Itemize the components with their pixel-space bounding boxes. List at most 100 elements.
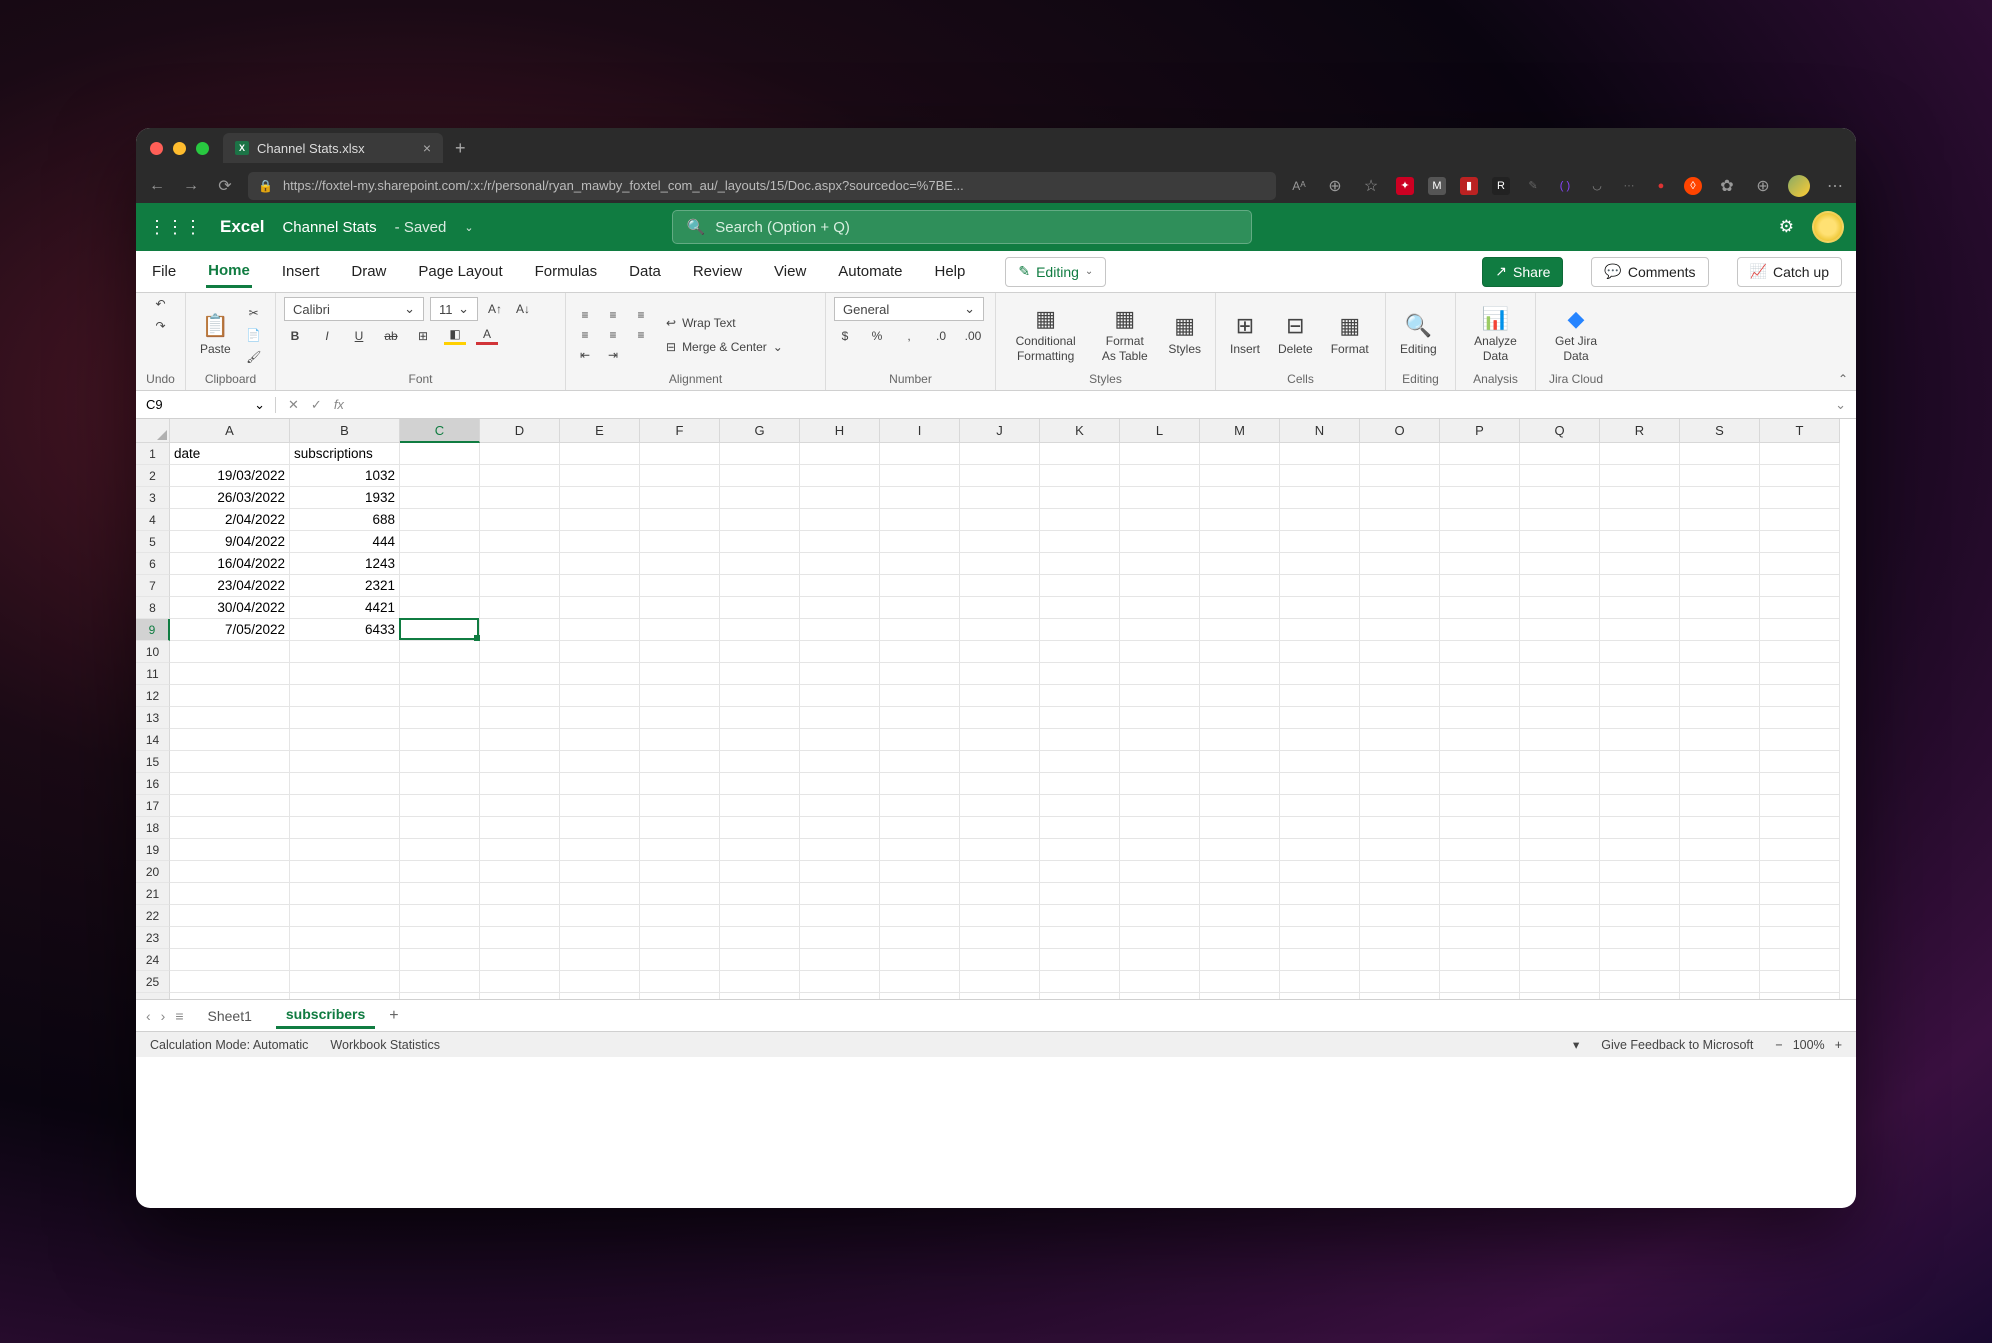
- cell-H9[interactable]: [800, 619, 880, 641]
- cell-M13[interactable]: [1200, 707, 1280, 729]
- cell-N2[interactable]: [1280, 465, 1360, 487]
- cell-K12[interactable]: [1040, 685, 1120, 707]
- cell-M9[interactable]: [1200, 619, 1280, 641]
- cell-O8[interactable]: [1360, 597, 1440, 619]
- cell-A10[interactable]: [170, 641, 290, 663]
- cell-I16[interactable]: [880, 773, 960, 795]
- cell-O2[interactable]: [1360, 465, 1440, 487]
- cell-L15[interactable]: [1120, 751, 1200, 773]
- tab-home[interactable]: Home: [206, 256, 252, 288]
- cell-C23[interactable]: [400, 927, 480, 949]
- cell-I12[interactable]: [880, 685, 960, 707]
- cell-A18[interactable]: [170, 817, 290, 839]
- cell-G22[interactable]: [720, 905, 800, 927]
- cell-T22[interactable]: [1760, 905, 1840, 927]
- cell-R6[interactable]: [1600, 553, 1680, 575]
- cell-A1[interactable]: date: [170, 443, 290, 465]
- cell-I20[interactable]: [880, 861, 960, 883]
- cell-S15[interactable]: [1680, 751, 1760, 773]
- cell-M2[interactable]: [1200, 465, 1280, 487]
- cell-A8[interactable]: 30/04/2022: [170, 597, 290, 619]
- calc-mode-label[interactable]: Calculation Mode: Automatic: [150, 1038, 308, 1052]
- cell-D8[interactable]: [480, 597, 560, 619]
- cell-S18[interactable]: [1680, 817, 1760, 839]
- text-size-icon[interactable]: Aᴬ: [1288, 179, 1310, 193]
- cell-J5[interactable]: [960, 531, 1040, 553]
- cell-F23[interactable]: [640, 927, 720, 949]
- cell-Q22[interactable]: [1520, 905, 1600, 927]
- cell-D16[interactable]: [480, 773, 560, 795]
- cell-P9[interactable]: [1440, 619, 1520, 641]
- cell-M4[interactable]: [1200, 509, 1280, 531]
- column-header-E[interactable]: E: [560, 419, 640, 443]
- cell-T16[interactable]: [1760, 773, 1840, 795]
- cell-E13[interactable]: [560, 707, 640, 729]
- cell-M15[interactable]: [1200, 751, 1280, 773]
- cell-P7[interactable]: [1440, 575, 1520, 597]
- cell-J13[interactable]: [960, 707, 1040, 729]
- cut-button[interactable]: ✂: [243, 306, 265, 320]
- cell-K5[interactable]: [1040, 531, 1120, 553]
- expand-formula-bar-button[interactable]: ⌄: [1825, 397, 1856, 413]
- cell-J14[interactable]: [960, 729, 1040, 751]
- cell-O12[interactable]: [1360, 685, 1440, 707]
- cell-D9[interactable]: [480, 619, 560, 641]
- cell-E3[interactable]: [560, 487, 640, 509]
- cell-Q2[interactable]: [1520, 465, 1600, 487]
- cell-T15[interactable]: [1760, 751, 1840, 773]
- cell-C12[interactable]: [400, 685, 480, 707]
- cell-S26[interactable]: [1680, 993, 1760, 999]
- all-sheets-button[interactable]: ≡: [175, 1008, 183, 1024]
- cell-C26[interactable]: [400, 993, 480, 999]
- add-sheet-button[interactable]: +: [389, 1007, 398, 1025]
- cell-Q7[interactable]: [1520, 575, 1600, 597]
- cell-Q21[interactable]: [1520, 883, 1600, 905]
- cell-S8[interactable]: [1680, 597, 1760, 619]
- align-left-button[interactable]: ≡: [574, 328, 596, 342]
- ext-icon-5[interactable]: ✎: [1524, 177, 1542, 195]
- cell-I26[interactable]: [880, 993, 960, 999]
- tab-review[interactable]: Review: [691, 257, 744, 286]
- cell-J6[interactable]: [960, 553, 1040, 575]
- cell-I25[interactable]: [880, 971, 960, 993]
- cell-J10[interactable]: [960, 641, 1040, 663]
- cell-Q11[interactable]: [1520, 663, 1600, 685]
- cell-J18[interactable]: [960, 817, 1040, 839]
- cell-M3[interactable]: [1200, 487, 1280, 509]
- cell-T1[interactable]: [1760, 443, 1840, 465]
- cell-P22[interactable]: [1440, 905, 1520, 927]
- cell-F4[interactable]: [640, 509, 720, 531]
- cell-P24[interactable]: [1440, 949, 1520, 971]
- browser-tab[interactable]: X Channel Stats.xlsx ×: [223, 133, 443, 163]
- cell-I4[interactable]: [880, 509, 960, 531]
- cell-H20[interactable]: [800, 861, 880, 883]
- cell-K25[interactable]: [1040, 971, 1120, 993]
- number-format-select[interactable]: General⌄: [834, 297, 984, 321]
- cell-E15[interactable]: [560, 751, 640, 773]
- cell-B7[interactable]: 2321: [290, 575, 400, 597]
- shrink-font-button[interactable]: A↓: [512, 302, 534, 316]
- cell-A7[interactable]: 23/04/2022: [170, 575, 290, 597]
- cell-L1[interactable]: [1120, 443, 1200, 465]
- cell-A20[interactable]: [170, 861, 290, 883]
- collections-icon[interactable]: ⊕: [1752, 176, 1774, 196]
- cell-N22[interactable]: [1280, 905, 1360, 927]
- cell-O9[interactable]: [1360, 619, 1440, 641]
- decrease-indent-button[interactable]: ⇤: [574, 348, 596, 362]
- cell-E4[interactable]: [560, 509, 640, 531]
- cell-A3[interactable]: 26/03/2022: [170, 487, 290, 509]
- align-bottom-button[interactable]: ≡: [630, 308, 652, 322]
- cell-H22[interactable]: [800, 905, 880, 927]
- cell-S5[interactable]: [1680, 531, 1760, 553]
- column-header-L[interactable]: L: [1120, 419, 1200, 443]
- cell-B20[interactable]: [290, 861, 400, 883]
- cell-B11[interactable]: [290, 663, 400, 685]
- cell-M5[interactable]: [1200, 531, 1280, 553]
- cell-L3[interactable]: [1120, 487, 1200, 509]
- column-header-J[interactable]: J: [960, 419, 1040, 443]
- cell-F16[interactable]: [640, 773, 720, 795]
- cell-T2[interactable]: [1760, 465, 1840, 487]
- cell-P10[interactable]: [1440, 641, 1520, 663]
- row-header-16[interactable]: 16: [136, 773, 170, 795]
- cell-D6[interactable]: [480, 553, 560, 575]
